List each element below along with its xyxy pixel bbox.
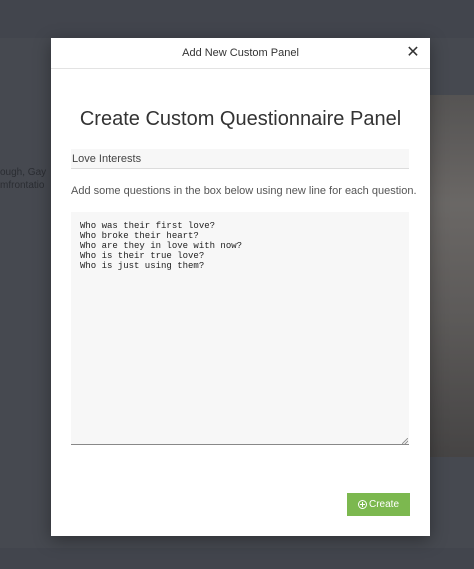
page-title: Create Custom Questionnaire Panel <box>79 108 402 130</box>
create-button-label: Create <box>368 499 399 510</box>
create-button[interactable]: Create <box>347 493 410 516</box>
panel-name-input[interactable] <box>71 149 409 169</box>
close-icon[interactable]: ✕ <box>405 45 421 61</box>
modal-title: Add New Custom Panel <box>182 47 299 59</box>
plus-circle-icon <box>357 500 367 509</box>
custom-panel-modal: Add New Custom Panel ✕ Create Custom Que… <box>51 38 430 536</box>
instructions-text: Add some questions in the box below usin… <box>71 185 417 197</box>
modal-header: Add New Custom Panel ✕ <box>51 38 430 69</box>
questions-textarea[interactable]: Who was their first love? Who broke thei… <box>71 212 409 445</box>
